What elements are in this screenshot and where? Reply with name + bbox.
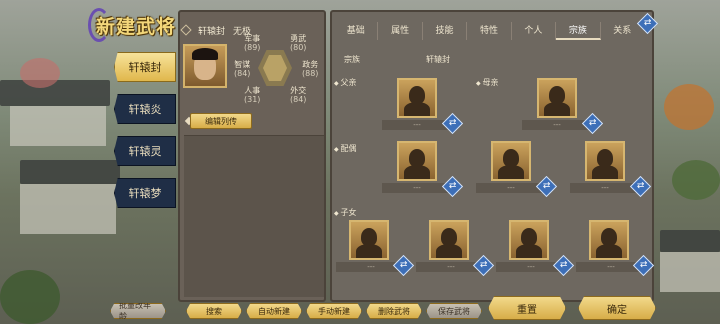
section-mother: 母亲 [476,77,499,88]
tab-attributes[interactable]: 属性 [378,22,423,40]
stat-bravery: 勇武 (80) [290,34,306,52]
batch-age-button[interactable]: 批量改年龄 [110,303,166,319]
edit-biography-button[interactable]: 编辑列传 [190,113,252,129]
stat-value: (84) [234,69,251,78]
bg-tree-1 [20,58,60,88]
portrait-face-icon [192,48,218,80]
tab-clan[interactable]: 宗族 [556,22,601,40]
tab-skills[interactable]: 技能 [423,22,468,40]
delete-button[interactable]: 删除武将 [366,303,422,319]
section-children: 子女 [334,207,357,218]
stat-value: (31) [244,95,261,104]
diamond-bullet-icon [180,24,192,36]
bg-roof-3 [660,230,720,252]
spouse-name: --- [476,183,546,193]
manual-create-button[interactable]: 手动新建 [306,303,362,319]
bg-tree-3 [672,160,720,200]
bg-tree-2 [664,84,714,130]
mother-slot[interactable] [537,78,577,118]
stat-politics: 政务 (88) [302,60,318,78]
stats-hexagon: 军事 (89) 勇武 (80) 智谋 (84) 政务 (88) 人事 (31) … [228,34,324,104]
father-slot[interactable] [397,78,437,118]
spouse-name: --- [570,183,640,193]
bg-roof-1 [0,80,110,106]
clan-label: 宗族 [344,55,360,64]
spouse-slot[interactable] [491,141,531,181]
section-father: 父亲 [334,77,357,88]
clan-row: 宗族 轩辕封 [338,54,650,66]
character-portrait[interactable] [183,44,227,88]
bg-tree-4 [0,270,60,324]
stat-personnel: 人事 (31) [244,86,260,104]
stat-diplomacy: 外交 (84) [290,86,306,104]
save-button[interactable]: 保存武将 [426,303,482,319]
mother-name: --- [522,120,592,130]
child-slot[interactable] [509,220,549,260]
spouse-name: --- [382,183,452,193]
bg-roof-2 [20,160,120,184]
page-title: 新建武将 [88,6,180,44]
father-name: --- [382,120,452,130]
title-text: 新建武将 [96,16,177,38]
stat-value: (88) [302,69,319,78]
stat-label: 外交 [290,86,307,95]
child-slot[interactable] [589,220,629,260]
stat-label: 勇武 [290,34,307,43]
child-slot[interactable] [429,220,469,260]
stat-military: 军事 (89) [244,34,260,52]
stat-value: (80) [290,43,307,52]
auto-create-button[interactable]: 自动新建 [246,303,302,319]
search-button[interactable]: 搜索 [186,303,242,319]
tab-traits[interactable]: 特性 [467,22,512,40]
character-item[interactable]: 轩辕梦 [114,178,176,208]
spouse-slot[interactable] [585,141,625,181]
biography-area [184,135,324,297]
bg-wall-1 [10,106,106,146]
stat-value: (89) [244,43,261,52]
child-slot[interactable] [349,220,389,260]
reset-button[interactable]: 重置 [488,296,566,320]
character-list: 轩辕封 轩辕炎 轩辕灵 轩辕梦 [114,52,176,220]
section-spouse: 配偶 [334,143,357,154]
clan-value: 轩辕封 [426,55,450,64]
character-item[interactable]: 轩辕封 [114,52,176,82]
character-name: 轩辕封 [198,27,226,37]
tab-basic[interactable]: 基础 [334,22,379,40]
stat-label: 智谋 [234,60,251,69]
tab-personal[interactable]: 个人 [512,22,557,40]
character-item[interactable]: 轩辕炎 [114,94,176,124]
stat-intellect: 智谋 (84) [234,60,250,78]
stat-label: 人事 [244,86,261,95]
bg-wall-2 [20,184,116,234]
confirm-button[interactable]: 确定 [578,296,656,320]
stat-label: 军事 [244,34,261,43]
character-item[interactable]: 轩辕灵 [114,136,176,166]
stat-label: 政务 [302,60,319,69]
spouse-slot[interactable] [397,141,437,181]
tab-bar: 基础 属性 技能 特性 个人 宗族 关系 [334,22,644,40]
stat-value: (84) [290,95,307,104]
bg-wall-3 [660,252,720,292]
